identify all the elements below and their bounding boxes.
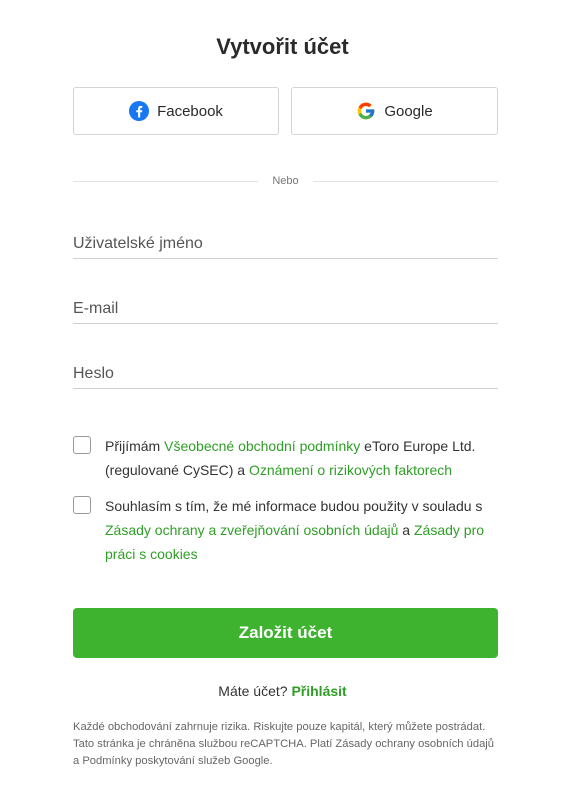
- facebook-icon: [129, 101, 150, 121]
- privacy-policy-link[interactable]: Zásady ochrany a zveřejňování osobních ú…: [105, 522, 398, 538]
- privacy-middle: a: [398, 522, 414, 538]
- privacy-consent-row: Souhlasím s tím, že mé informace budou p…: [73, 494, 498, 566]
- terms-consent-text: Přijímám Všeobecné obchodní podmínky eTo…: [105, 434, 498, 482]
- terms-checkbox[interactable]: [73, 436, 91, 454]
- google-label: Google: [384, 102, 433, 120]
- facebook-label: Facebook: [157, 102, 223, 120]
- terms-consent-row: Přijímám Všeobecné obchodní podmínky eTo…: [73, 434, 498, 482]
- page-title: Vytvořit účet: [216, 34, 349, 59]
- divider-line-left: [73, 180, 259, 182]
- google-login-button[interactable]: Google: [291, 87, 498, 135]
- login-question: Máte účet?: [218, 683, 292, 699]
- login-prompt: Máte účet? Přihlásit: [0, 683, 565, 699]
- risk-disclaimer: Každé obchodování zahrnuje rizika. Risku…: [73, 721, 494, 767]
- privacy-checkbox[interactable]: [73, 496, 91, 514]
- google-icon: [356, 101, 376, 121]
- divider-text: Nebo: [272, 175, 299, 187]
- divider-line-right: [312, 180, 499, 182]
- terms-link[interactable]: Všeobecné obchodní podmínky: [164, 438, 360, 454]
- email-input[interactable]: [73, 294, 498, 324]
- password-input[interactable]: [73, 359, 498, 389]
- terms-prefix: Přijímám: [105, 438, 165, 454]
- username-input[interactable]: [73, 229, 498, 259]
- login-link[interactable]: Přihlásit: [291, 683, 346, 699]
- privacy-consent-text: Souhlasím s tím, že mé informace budou p…: [105, 494, 498, 566]
- privacy-prefix: Souhlasím s tím, že mé informace budou p…: [105, 498, 483, 514]
- create-account-button[interactable]: Založit účet: [73, 608, 498, 658]
- facebook-login-button[interactable]: Facebook: [73, 87, 279, 135]
- or-divider: Nebo: [73, 173, 499, 189]
- risk-disclosure-link[interactable]: Oznámení o rizikových faktorech: [249, 462, 452, 478]
